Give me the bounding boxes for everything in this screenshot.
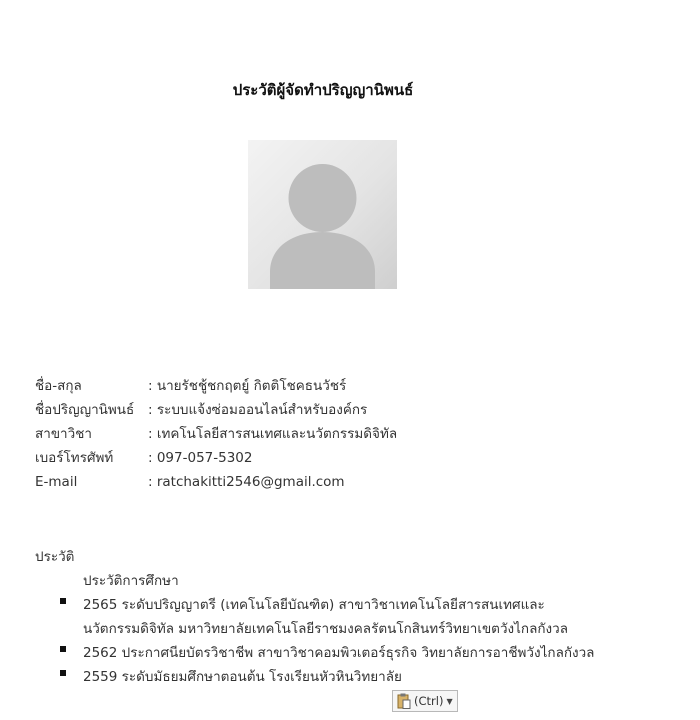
info-label: E-mail bbox=[35, 474, 78, 490]
education-item: 2559 ระดับมัธยมศึกษาตอนต้น โรงเรียนหัวหิ… bbox=[58, 665, 678, 689]
clipboard-paste-icon bbox=[397, 693, 411, 709]
info-value: : ระบบแจ้งซ่อมออนไลน์สำหรับองค์กร bbox=[148, 402, 368, 418]
bullet-icon bbox=[60, 670, 66, 676]
info-row-major: สาขาวิชา : เทคโนโลยีสารสนเทศและนวัตกรรมด… bbox=[35, 423, 397, 447]
education-list: 2565 ระดับปริญญาตรี (เทคโนโลยีบัณฑิต) สา… bbox=[58, 593, 678, 689]
info-value: : 097-057-5302 bbox=[148, 450, 253, 466]
profile-photo bbox=[248, 140, 397, 289]
info-value: : เทคโนโลยีสารสนเทศและนวัตกรรมดิจิทัล bbox=[148, 426, 398, 442]
paste-options-button[interactable]: (Ctrl) ▼ bbox=[392, 690, 458, 712]
history-heading: ประวัติ bbox=[35, 549, 75, 565]
info-label: ชื่อ-สกุล bbox=[35, 378, 82, 394]
bullet-icon bbox=[60, 646, 66, 652]
bullet-icon bbox=[60, 598, 66, 604]
dropdown-caret-icon: ▼ bbox=[446, 696, 453, 706]
user-silhouette-icon bbox=[270, 164, 375, 289]
education-item: 2562 ประกาศนียบัตรวิชาชีพ สาขาวิชาคอมพิว… bbox=[58, 641, 678, 665]
info-row-name: ชื่อ-สกุล : นายรัชชู้ชกฤตยู์ กิตติโชคธนว… bbox=[35, 375, 397, 399]
info-label: ชื่อปริญญานิพนธ์ bbox=[35, 402, 135, 418]
education-line: 2559 ระดับมัธยมศึกษาตอนต้น โรงเรียนหัวหิ… bbox=[83, 669, 402, 685]
document-page: ประวัติผู้จัดทำปริญญานิพนธ์ ชื่อ-สกุล : … bbox=[0, 0, 700, 720]
education-line: นวัตกรรมดิจิทัล มหาวิทยาลัยเทคโนโลยีราชม… bbox=[83, 621, 568, 637]
info-section: ชื่อ-สกุล : นายรัชชู้ชกฤตยู์ กิตติโชคธนว… bbox=[35, 375, 397, 495]
info-value: : ratchakitti2546@gmail.com bbox=[148, 474, 345, 490]
page-title: ประวัติผู้จัดทำปริญญานิพนธ์ bbox=[232, 81, 414, 99]
education-line: 2565 ระดับปริญญาตรี (เทคโนโลยีบัณฑิต) สา… bbox=[83, 597, 545, 613]
info-value: : นายรัชชู้ชกฤตยู์ กิตติโชคธนวัชร์ bbox=[148, 378, 347, 394]
paste-options-label: (Ctrl) bbox=[414, 694, 444, 708]
education-item: 2565 ระดับปริญญาตรี (เทคโนโลยีบัณฑิต) สา… bbox=[58, 593, 678, 641]
education-line: 2562 ประกาศนียบัตรวิชาชีพ สาขาวิชาคอมพิว… bbox=[83, 645, 595, 661]
education-heading: ประวัติการศึกษา bbox=[83, 573, 179, 589]
info-label: เบอร์โทรศัพท์ bbox=[35, 450, 114, 466]
info-label: สาขาวิชา bbox=[35, 426, 92, 442]
info-row-email: E-mail : ratchakitti2546@gmail.com bbox=[35, 471, 397, 495]
info-row-thesis: ชื่อปริญญานิพนธ์ : ระบบแจ้งซ่อมออนไลน์สำ… bbox=[35, 399, 397, 423]
info-row-phone: เบอร์โทรศัพท์ : 097-057-5302 bbox=[35, 447, 397, 471]
